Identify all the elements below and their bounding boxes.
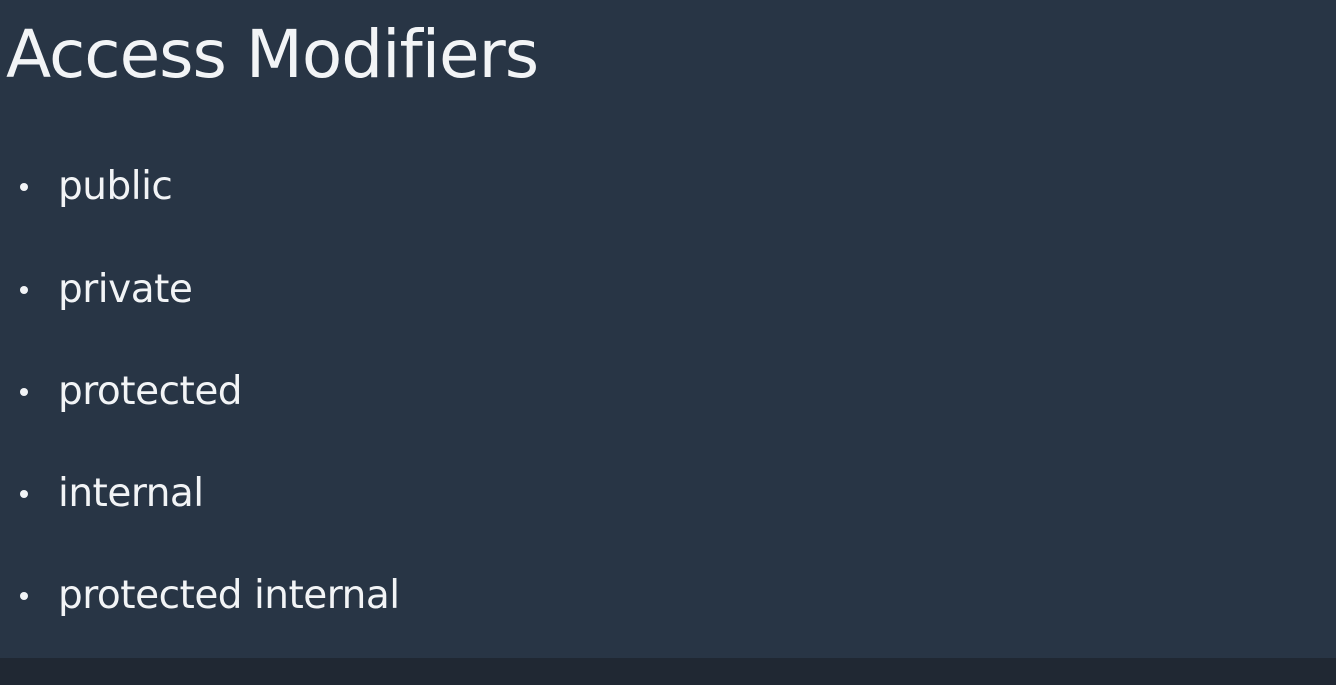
list-item: private [14, 263, 193, 317]
slide: Access Modifiers public private protecte… [0, 0, 1336, 658]
bullet-label: protected [58, 369, 243, 414]
bullet-label: internal [58, 471, 204, 516]
bullet-label: private [58, 267, 193, 312]
bullet-label: protected internal [58, 573, 400, 618]
bullet-icon [20, 388, 28, 396]
bullet-icon [20, 490, 28, 498]
list-item: internal [14, 467, 204, 521]
list-item: protected [14, 365, 243, 419]
bullet-icon [20, 286, 28, 294]
bullet-label: public [58, 164, 173, 209]
footer-bar [0, 658, 1336, 685]
bullet-icon [20, 592, 28, 600]
bullet-icon [20, 183, 28, 191]
list-item: public [14, 160, 173, 214]
list-item: protected internal [14, 569, 400, 623]
slide-title: Access Modifiers [6, 16, 539, 93]
